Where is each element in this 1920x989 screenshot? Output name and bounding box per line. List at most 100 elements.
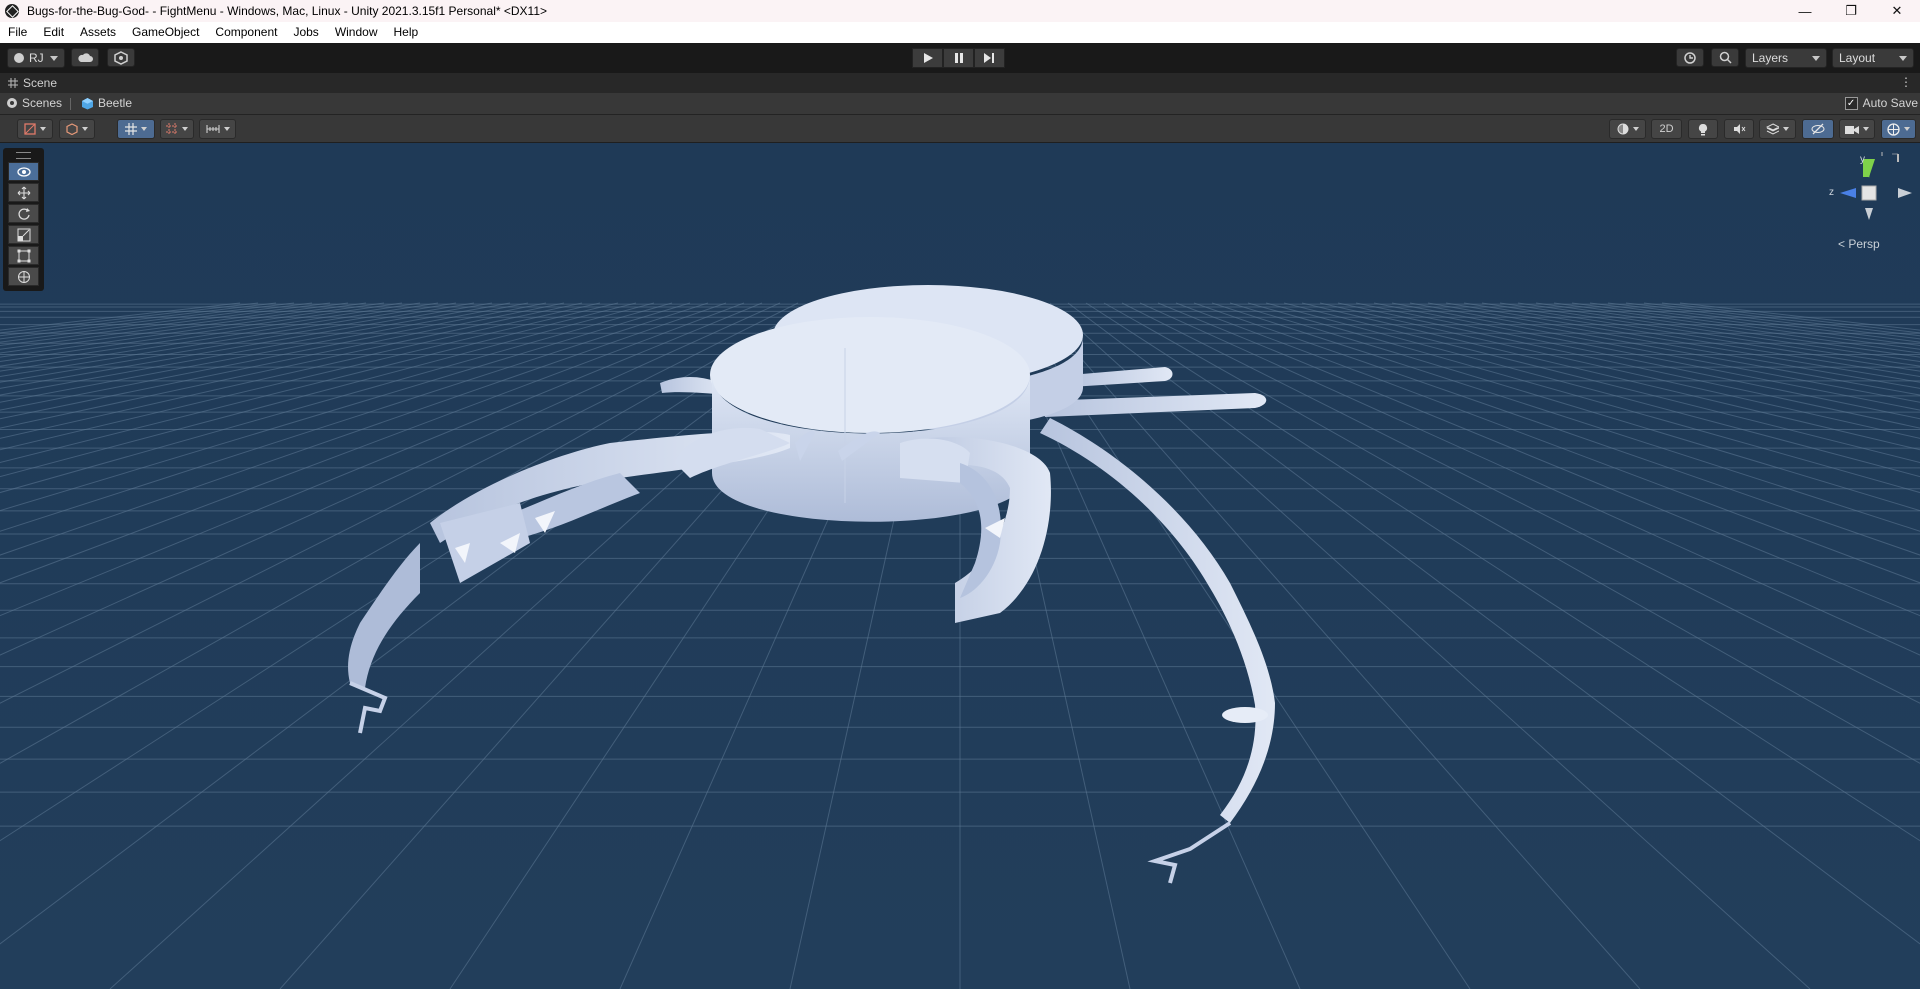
menu-file[interactable]: File [0,22,35,43]
layout-dropdown[interactable]: Layout [1832,48,1914,68]
grid-line [1193,302,1920,556]
scene-viewport[interactable] [0,143,1920,989]
step-button[interactable] [974,48,1005,68]
grid-line [0,302,277,337]
grid-line [1265,302,1920,478]
window-title: Bugs-for-the-Bug-God- - FightMenu - Wind… [27,4,548,18]
minimize-button[interactable]: — [1782,0,1828,22]
breadcrumb: Scenes Beetle ✓ Auto Save [0,93,1920,115]
shading-mode-dropdown[interactable] [1609,119,1646,139]
search-button[interactable] [1711,48,1739,67]
grid-line [1679,302,1920,331]
2d-toggle-button[interactable]: 2D [1651,119,1682,139]
autosave-checkbox[interactable]: ✓ [1844,96,1858,110]
close-button[interactable]: ✕ [1874,0,1920,22]
collab-button[interactable] [107,48,135,67]
cloud-icon [78,52,93,62]
account-icon [14,53,24,63]
step-icon [984,53,994,63]
pause-button[interactable] [943,48,974,68]
rect-tool-button[interactable] [8,246,39,265]
menu-help[interactable]: Help [386,22,427,43]
autosave-toggle[interactable]: ✓ Auto Save [1844,96,1918,110]
rotate-icon [17,207,30,220]
layers-dropdown[interactable]: Layers [1745,48,1827,68]
grid-line [1337,302,1920,429]
menu-jobs[interactable]: Jobs [285,22,326,43]
move-arrows-icon [17,186,30,199]
window-titlebar: Bugs-for-the-Bug-God- - FightMenu - Wind… [0,0,1920,22]
effects-dropdown[interactable] [1759,119,1796,139]
render-mode-dropdown[interactable] [59,119,95,139]
grid-line [0,302,673,494]
grid-line [1391,302,1920,403]
scale-icon [17,228,30,241]
scale-tool-button[interactable] [8,225,39,244]
axis-y-label: y [1860,154,1865,165]
breadcrumb-separator [70,98,71,110]
camera-settings-dropdown[interactable] [1839,119,1875,139]
menu-component[interactable]: Component [207,22,285,43]
history-icon [1684,51,1696,64]
undo-history-button[interactable] [1676,48,1704,67]
menu-assets[interactable]: Assets [72,22,124,43]
increment-snap-dropdown[interactable] [199,119,236,139]
rotate-tool-button[interactable] [8,204,39,223]
tab-scene[interactable]: Scene [8,76,57,90]
playmode-controls [912,48,1005,68]
view-tool-button[interactable] [8,162,39,181]
grid-line [0,302,385,358]
account-dropdown[interactable]: RJ [7,48,65,68]
orientation-gizmo[interactable]: y z [1820,148,1920,228]
play-icon [923,53,933,63]
drag-handle[interactable] [16,152,31,159]
breadcrumb-beetle[interactable]: Beetle [81,96,132,110]
tools-palette [3,148,44,291]
audio-toggle[interactable] [1724,119,1754,139]
cloud-button[interactable] [71,48,99,67]
autosave-label: Auto Save [1862,96,1918,110]
grid-line [1625,302,1920,340]
grid-toggle[interactable] [117,119,155,139]
restore-button[interactable]: ❐ [1828,0,1874,22]
menu-gameobject[interactable]: GameObject [124,22,207,43]
hidden-eye-icon [1811,123,1825,135]
snap-icon [166,123,178,135]
prefab-cube-icon [82,97,93,109]
grid-line [1589,302,1920,347]
transform-tool-button[interactable] [8,267,39,286]
grid-line [1247,302,1920,494]
grid-line [0,302,349,350]
grid-line [0,302,475,383]
grid-line [1643,302,1920,337]
sphere-icon [1617,123,1628,135]
grid-line [1427,302,1920,389]
gizmos-dropdown[interactable] [1881,119,1916,139]
pause-icon [954,53,963,63]
play-button[interactable] [912,48,943,68]
menu-edit[interactable]: Edit [35,22,72,43]
scene-visibility-toggle[interactable] [1802,119,1834,139]
grid-line [0,302,331,347]
lighting-toggle[interactable] [1688,119,1718,139]
scene-render [0,285,1920,989]
grid-line [0,302,493,389]
move-tool-button[interactable] [8,183,39,202]
grid-line [1355,302,1920,420]
snap-increment-dropdown[interactable] [160,119,194,139]
menu-window[interactable]: Window [327,22,386,43]
projection-toggle[interactable]: < Persp [1838,237,1880,251]
breadcrumb-beetle-label: Beetle [98,96,133,110]
grid-line [0,302,565,420]
grid-line [0,302,295,340]
perspective-icon: < [1838,237,1846,251]
collab-icon [114,50,128,65]
draw-mode-dropdown[interactable] [17,119,53,139]
axis-z-label: z [1829,187,1834,198]
grid-line [0,302,637,463]
more-options-icon[interactable]: ⋮ [1900,75,1912,89]
grid-line [1571,302,1920,350]
chevron-down-icon [1899,55,1907,61]
breadcrumb-scenes[interactable]: Scenes [6,96,62,110]
projection-label: Persp [1848,237,1880,251]
